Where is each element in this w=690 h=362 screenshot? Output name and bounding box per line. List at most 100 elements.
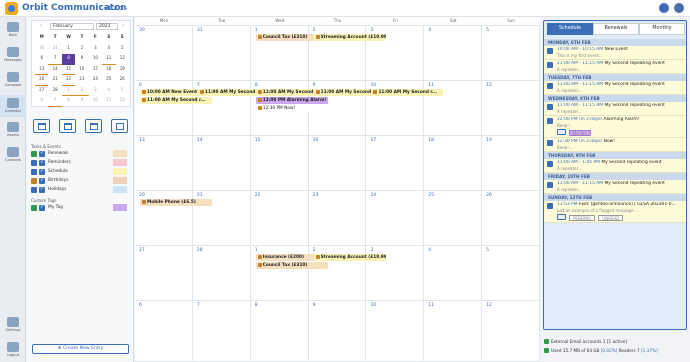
mini-cal-day[interactable]: 9 — [75, 96, 88, 107]
calendar-day-cell[interactable]: 2 Streaming Account (£10.99) — [309, 26, 386, 80]
calendar-day-cell[interactable]: 13 — [135, 136, 193, 190]
mini-cal-day[interactable]: 12 — [116, 96, 129, 107]
calendar-day-cell[interactable]: 21 — [193, 191, 251, 245]
calendar-day-cell[interactable]: 30 — [135, 26, 193, 80]
calendar-day-cell[interactable]: 6 10:00 AM New Event 11:00 AM My Second r.… — [135, 81, 212, 135]
calendar-day-cell[interactable]: 10 — [366, 301, 425, 361]
filter-schedule[interactable]: Schedule — [31, 168, 131, 176]
calendar-day-cell[interactable]: 11 — [424, 301, 483, 361]
edit-chip-icon[interactable] — [557, 214, 566, 220]
mini-cal-day[interactable]: 6 — [35, 96, 48, 107]
calendar-day-cell[interactable]: 10 11:00 AM My Second r... — [366, 81, 444, 135]
mini-cal-day[interactable]: 8 — [62, 96, 75, 107]
mini-cal-day[interactable]: 16 — [75, 65, 88, 76]
calendar-day-cell[interactable]: 9 — [309, 301, 367, 361]
prev-month-icon[interactable]: ‹ — [40, 23, 42, 29]
week-view-button[interactable] — [59, 119, 76, 133]
mini-cal-day[interactable]: 1 — [62, 44, 75, 55]
mini-cal-day[interactable]: 3 — [89, 44, 102, 55]
mini-cal-day[interactable]: 11 — [102, 96, 115, 107]
mini-cal-day[interactable]: 26 — [116, 75, 129, 86]
schedule-item[interactable]: 12:30 PM (in 3 days) Now! Beep!... — [544, 138, 686, 152]
calendar-day-cell[interactable]: 27 — [135, 246, 193, 300]
year-select[interactable]: 2023 — [96, 23, 118, 30]
calendar-day-cell[interactable]: 4 — [424, 246, 483, 300]
mini-cal-day[interactable]: 21 — [48, 75, 61, 86]
mini-cal-day[interactable]: 12 — [116, 54, 129, 65]
calendar-day-cell[interactable]: 5 — [482, 26, 541, 80]
calendar-day-cell[interactable]: 18 — [424, 136, 483, 190]
nav-calendar[interactable]: Calendar — [0, 95, 26, 117]
tag-item[interactable]: My Tag — [31, 204, 131, 212]
filter-color-swatch[interactable] — [113, 159, 127, 166]
calendar-day-cell[interactable]: 24 — [366, 191, 425, 245]
calendar-day-cell[interactable]: 11 — [424, 81, 483, 135]
filter-color-swatch[interactable] — [113, 150, 127, 157]
edit-chip-icon[interactable] — [557, 129, 566, 135]
tag-color-swatch[interactable] — [113, 204, 127, 211]
mini-cal-day[interactable]: 28 — [48, 86, 61, 97]
help-icon[interactable] — [659, 3, 669, 13]
create-new-entry-button[interactable]: ⊕ Create New Entry — [32, 344, 129, 354]
month-select[interactable]: February — [50, 23, 94, 30]
day-view-button[interactable] — [33, 119, 50, 133]
nav-contacts[interactable]: Contacts — [0, 147, 26, 162]
calendar-day-cell[interactable]: 12 — [482, 81, 541, 135]
mini-cal-day[interactable]: 1 — [61, 86, 76, 96]
tag-checkbox[interactable] — [39, 204, 45, 211]
calendar-day-cell[interactable]: 7 — [193, 301, 251, 361]
calendar-day-cell[interactable]: 26 — [482, 191, 541, 245]
filter-color-swatch[interactable] — [113, 186, 127, 193]
nav-logout[interactable]: Logout — [0, 342, 26, 357]
mini-cal-day[interactable]: 10 — [89, 96, 102, 107]
calendar-day-cell[interactable]: 7 11:00 AM My Second r... — [193, 81, 270, 135]
calendar-day-cell[interactable]: 3 — [366, 246, 425, 300]
filter-reminders[interactable]: Reminders — [31, 159, 131, 167]
nav-back[interactable]: Back — [0, 22, 26, 37]
calendar-day-cell[interactable]: 2 Streaming Account (£10.99) — [309, 246, 386, 300]
calendar-day-cell[interactable]: 3 — [366, 26, 425, 80]
tab-schedule[interactable]: Schedule — [547, 23, 593, 35]
mini-cal-day[interactable]: 19 — [116, 65, 129, 76]
mini-cal-day[interactable]: 5 — [116, 86, 129, 97]
filter-checkbox[interactable] — [39, 177, 45, 184]
calendar-day-cell[interactable]: 17 — [366, 136, 425, 190]
calendar-day-cell[interactable]: 1 Insurance (£200) Council Tax (£310) — [251, 246, 328, 300]
status-chip[interactable]: PENDING — [569, 215, 596, 221]
filter-checkbox[interactable] — [39, 150, 45, 157]
calendar-day-cell[interactable]: 20 Mobile Phone (£6.5) — [135, 191, 212, 245]
mini-cal-day[interactable]: 18 — [102, 65, 115, 76]
mini-cal-day[interactable]: 27 — [35, 86, 48, 97]
mini-cal-day[interactable]: 17 — [89, 65, 102, 76]
mini-cal-day[interactable]: 22 — [61, 75, 76, 86]
mini-cal-day[interactable]: 6 — [35, 54, 48, 65]
today-button[interactable] — [111, 119, 128, 133]
calendar-day-cell[interactable]: 22 — [251, 191, 309, 245]
tag-chip[interactable]: My Tag — [569, 130, 591, 136]
calendar-day-cell[interactable]: 5 — [482, 246, 541, 300]
calendar-day-cell[interactable]: 28 — [193, 246, 251, 300]
schedule-item[interactable]: 11:00 AM - 1:45 PM My Second repeating e… — [544, 159, 686, 173]
mini-cal-day[interactable]: 7 — [48, 96, 62, 107]
mini-cal-day[interactable]: 9 — [75, 54, 88, 65]
calendar-day-cell[interactable]: 31 — [193, 26, 251, 80]
mini-cal-day[interactable]: 15 — [61, 65, 76, 75]
mini-cal-day[interactable]: 31 — [48, 44, 61, 55]
schedule-item[interactable]: 11:00 AM - 11:15 AM My Second repeating … — [544, 102, 686, 116]
mini-cal-day[interactable]: 2 — [75, 44, 88, 55]
schedule-item[interactable]: 12:00 PM (in 3 days) Alarming Alarm! Beep… — [544, 116, 686, 138]
calendar-day-cell[interactable]: 19 — [482, 136, 541, 190]
month-view-button[interactable] — [85, 119, 102, 133]
next-month-icon[interactable]: › — [122, 23, 124, 29]
calendar-day-cell[interactable]: 25 — [424, 191, 483, 245]
schedule-item[interactable]: 11:00 AM - 11:15 AM My Second repeating … — [544, 81, 686, 95]
mini-cal-day[interactable]: 8 — [61, 54, 76, 65]
schedule-item[interactable]: 11:00 AM - 11:15 AM My Second repeating … — [544, 180, 686, 194]
mini-cal-day[interactable]: 7 — [48, 54, 62, 65]
mini-cal-day[interactable]: 2 — [75, 86, 89, 96]
calendar-day-cell[interactable]: 4 — [424, 26, 483, 80]
filter-color-swatch[interactable] — [113, 177, 127, 184]
calendar-day-cell[interactable]: 23 — [309, 191, 367, 245]
mini-cal-day[interactable]: 24 — [89, 75, 102, 86]
nav-messages[interactable]: Messages — [0, 47, 26, 62]
